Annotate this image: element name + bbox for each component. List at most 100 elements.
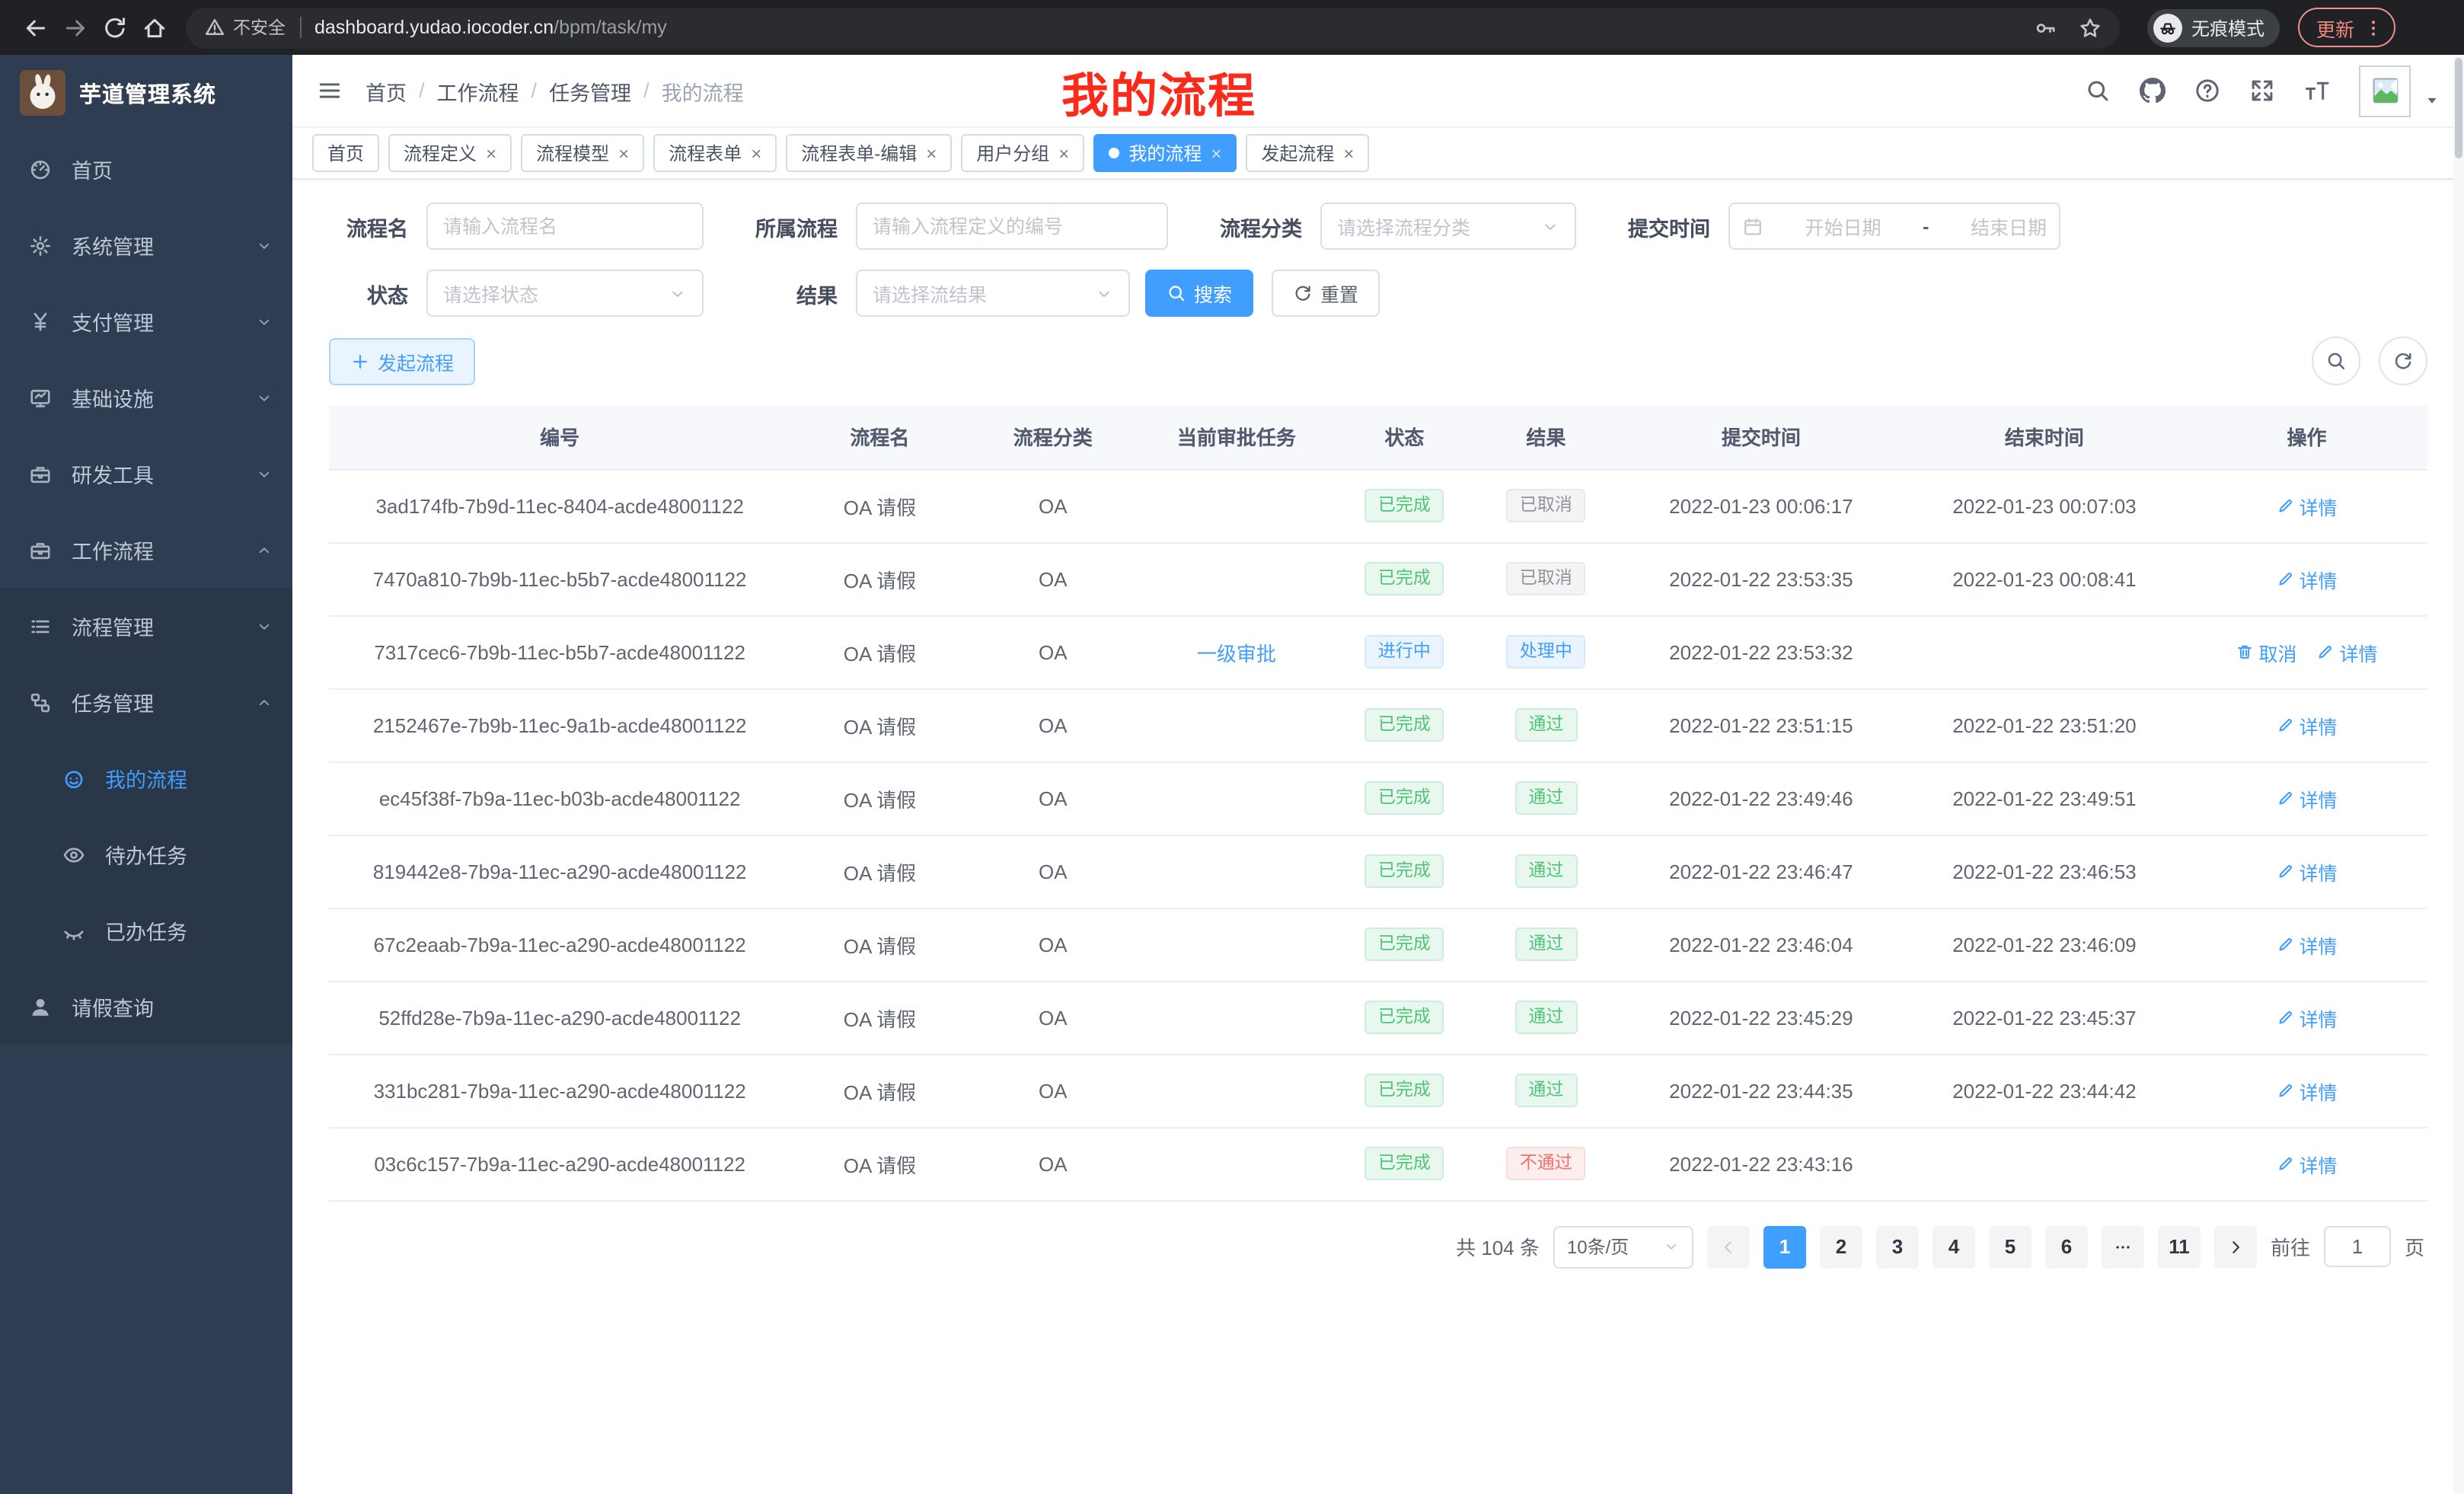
- detail-link[interactable]: 详情: [2276, 784, 2337, 812]
- close-icon[interactable]: ×: [1343, 144, 1354, 162]
- fullscreen-icon[interactable]: [2249, 78, 2275, 104]
- browser-menu-icon[interactable]: [2363, 18, 2383, 37]
- close-icon[interactable]: ×: [1058, 144, 1069, 162]
- breadcrumb-task-mgmt[interactable]: 任务管理: [549, 75, 631, 106]
- process-category-select[interactable]: 请选择流程分类: [1320, 203, 1576, 250]
- sidebar-item-infra[interactable]: 基础设施: [0, 359, 292, 436]
- detail-link[interactable]: 详情: [2276, 491, 2337, 520]
- page-more-button[interactable]: [2102, 1225, 2144, 1268]
- result-badge: 已取消: [1506, 561, 1586, 595]
- sidebar-item-devtools[interactable]: 研发工具: [0, 436, 292, 512]
- tab-label: 发起流程: [1261, 140, 1334, 166]
- sidebar-item-workflow[interactable]: 工作流程: [0, 512, 292, 588]
- close-icon[interactable]: ×: [926, 144, 937, 162]
- tab-流程表单[interactable]: 流程表单×: [653, 134, 777, 172]
- search-button[interactable]: 搜索: [1145, 270, 1253, 317]
- page-button-1[interactable]: 1: [1763, 1225, 1806, 1268]
- process-definition-input[interactable]: [856, 203, 1168, 250]
- close-icon[interactable]: ×: [618, 144, 629, 162]
- chevron-down-icon: [256, 618, 273, 634]
- current-task-link[interactable]: 一级审批: [1197, 642, 1276, 665]
- help-icon[interactable]: [2194, 78, 2220, 104]
- create-process-button[interactable]: 发起流程: [329, 337, 475, 385]
- sidebar-item-payment[interactable]: 支付管理: [0, 283, 292, 359]
- detail-link[interactable]: 详情: [2276, 1003, 2337, 1032]
- process-name-input[interactable]: [426, 203, 704, 250]
- password-key-icon[interactable]: [2035, 16, 2057, 39]
- sidebar-item-todo-task[interactable]: 待办任务: [0, 816, 292, 892]
- edit-icon: [2276, 862, 2294, 880]
- sidebar-toggle-icon[interactable]: [317, 78, 343, 104]
- page-button-6[interactable]: 6: [2045, 1225, 2088, 1268]
- close-icon[interactable]: ×: [1211, 144, 1221, 162]
- browser-reload-button[interactable]: [94, 8, 134, 47]
- browser-home-button[interactable]: [134, 8, 174, 47]
- browser-forward-button[interactable]: [55, 8, 94, 47]
- detail-link[interactable]: 详情: [2276, 930, 2337, 959]
- submit-time-range-picker[interactable]: 开始日期 - 结束日期: [1728, 203, 2060, 250]
- sidebar-item-my-process[interactable]: 我的流程: [0, 740, 292, 816]
- sidebar-item-system[interactable]: 系统管理: [0, 207, 292, 283]
- page-button-4[interactable]: 4: [1933, 1225, 1975, 1268]
- browser-update-button[interactable]: 更新: [2298, 8, 2395, 47]
- page-button-5[interactable]: 5: [1989, 1225, 2032, 1268]
- page-button-2[interactable]: 2: [1820, 1225, 1862, 1268]
- tab-发起流程[interactable]: 发起流程 ×: [1246, 134, 1369, 172]
- edit-icon: [2316, 643, 2335, 661]
- close-icon[interactable]: ×: [486, 144, 496, 162]
- goto-page-input[interactable]: [2324, 1226, 2391, 1267]
- result-select[interactable]: 请选择流结果: [856, 270, 1130, 317]
- bookmark-star-icon[interactable]: [2079, 16, 2102, 39]
- font-size-icon[interactable]: [2304, 78, 2330, 104]
- next-page-button[interactable]: [2214, 1225, 2257, 1268]
- tab-我的流程[interactable]: 我的流程×: [1093, 134, 1237, 172]
- detail-link[interactable]: 详情: [2316, 637, 2377, 666]
- cell-end-time: 2022-01-22 23:51:20: [1903, 688, 2186, 761]
- date-separator: -: [1923, 215, 1929, 237]
- sidebar-item-done-task[interactable]: 已办任务: [0, 892, 292, 969]
- status-badge: 已完成: [1364, 854, 1444, 888]
- page-size-select[interactable]: 10条/页: [1553, 1225, 1693, 1268]
- detail-link[interactable]: 详情: [2276, 1149, 2337, 1178]
- table-body: 3ad174fb-7b9d-11ec-8404-acde48001122OA 请…: [329, 469, 2427, 1200]
- detail-link[interactable]: 详情: [2276, 564, 2337, 593]
- page-button-3[interactable]: 3: [1876, 1225, 1919, 1268]
- cell-id: ec45f38f-7b9a-11ec-b03b-acde48001122: [329, 761, 790, 835]
- user-icon: [29, 995, 52, 1018]
- detail-link[interactable]: 详情: [2276, 710, 2337, 739]
- prev-page-button[interactable]: [1707, 1225, 1750, 1268]
- tab-用户分组[interactable]: 用户分组×: [961, 134, 1084, 172]
- sidebar-item-home[interactable]: 首页: [0, 131, 292, 207]
- toggle-search-button[interactable]: [2312, 337, 2360, 385]
- sidebar-logo-row[interactable]: 芋道管理系统: [0, 55, 292, 131]
- tab-首页[interactable]: 首页: [312, 134, 379, 172]
- tab-流程模型[interactable]: 流程模型×: [521, 134, 644, 172]
- close-icon[interactable]: ×: [751, 144, 761, 162]
- refresh-table-button[interactable]: [2379, 337, 2427, 385]
- detail-link[interactable]: 详情: [2276, 1076, 2337, 1105]
- tab-流程定义[interactable]: 流程定义×: [388, 134, 512, 172]
- cancel-link[interactable]: 取消: [2236, 637, 2296, 666]
- sidebar-item-leave-query[interactable]: 请假查询: [0, 969, 292, 1045]
- page-scrollbar[interactable]: [2453, 55, 2464, 1494]
- page-button-11[interactable]: 11: [2158, 1225, 2201, 1268]
- chevron-down-icon: [256, 237, 273, 254]
- tab-流程表单-编辑[interactable]: 流程表单-编辑×: [786, 134, 952, 172]
- reset-button[interactable]: 重置: [1272, 270, 1380, 317]
- breadcrumb-home[interactable]: 首页: [365, 75, 407, 106]
- github-icon[interactable]: [2140, 78, 2166, 104]
- cell-category: OA: [969, 615, 1137, 688]
- result-badge: 通过: [1514, 707, 1577, 742]
- sidebar-item-process-mgmt[interactable]: 流程管理: [0, 588, 292, 664]
- cell-submit-time: 2022-01-23 00:06:17: [1620, 469, 1903, 542]
- caret-down-icon[interactable]: [2424, 92, 2440, 107]
- avatar[interactable]: [2359, 65, 2411, 117]
- detail-link[interactable]: 详情: [2276, 857, 2337, 886]
- scrollbar-thumb[interactable]: [2455, 58, 2462, 158]
- address-bar[interactable]: 不安全 dashboard.yudao.iocoder.cn/bpm/task/…: [186, 7, 2120, 48]
- breadcrumb-workflow[interactable]: 工作流程: [437, 75, 519, 106]
- sidebar-item-task-mgmt[interactable]: 任务管理: [0, 664, 292, 740]
- status-select[interactable]: 请选择状态: [426, 270, 704, 317]
- search-icon[interactable]: [2085, 78, 2111, 104]
- browser-back-button[interactable]: [15, 8, 55, 47]
